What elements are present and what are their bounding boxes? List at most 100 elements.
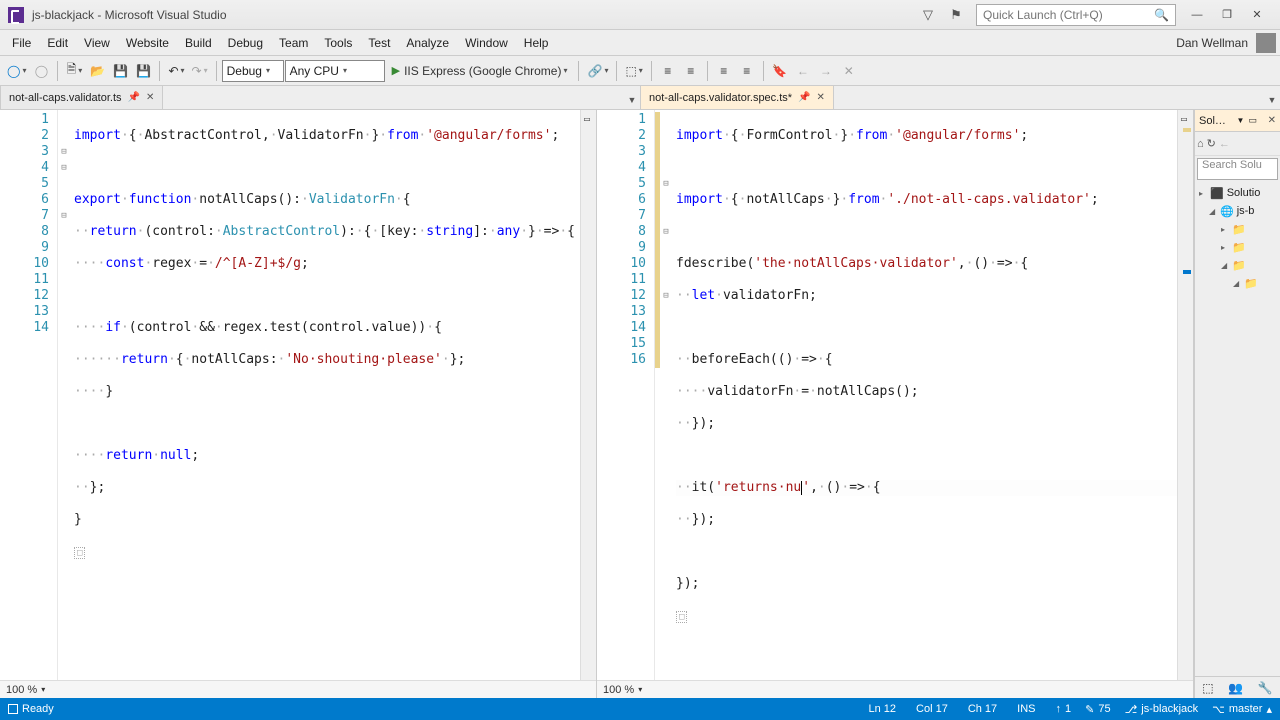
code-editor-right[interactable]: 12345678910111213141516 ⊟⊟⊟ import·{·For… xyxy=(597,110,1193,680)
maximize-button[interactable]: ❐ xyxy=(1212,3,1242,27)
undo-button[interactable]: ↶ xyxy=(165,60,187,82)
panel-toolbar: ⌂ ↻ ← xyxy=(1195,132,1280,156)
status-ins: INS xyxy=(1017,703,1035,715)
run-button[interactable]: ▶IIS Express (Google Chrome) xyxy=(386,60,574,82)
save-button[interactable]: 💾 xyxy=(109,60,131,82)
close-icon[interactable]: ✕ xyxy=(146,92,154,103)
line-gutter: 1234567891011121314 xyxy=(0,110,58,680)
pin-icon[interactable]: 📌 xyxy=(798,92,810,103)
split-icon[interactable]: ▭ xyxy=(580,112,594,126)
main-area: 1234567891011121314 ⊟⊟⊟ import·{·Abstrac… xyxy=(0,110,1280,698)
fold-column[interactable]: ⊟⊟⊟ xyxy=(660,110,672,680)
tab-label: not-all-caps.validator.ts xyxy=(9,92,122,104)
user-avatar-icon[interactable] xyxy=(1256,33,1276,53)
panel-footer: ⬚ 👥 🔧 xyxy=(1195,676,1280,698)
tab-strip: not-all-caps.validator.ts 📌 ✕ ▼ not-all-… xyxy=(0,86,1280,110)
title-bar: js-blackjack - Microsoft Visual Studio ▽… xyxy=(0,0,1280,30)
scrollbar-right[interactable]: ▭ xyxy=(580,110,596,680)
panel-header[interactable]: Sol… ▼ ▭ ✕ xyxy=(1195,110,1280,132)
tab-overflow-icon[interactable]: ▼ xyxy=(1264,95,1280,109)
status-char: Ch 17 xyxy=(968,703,997,715)
notifications-icon[interactable]: ⚑ xyxy=(944,3,968,27)
menu-file[interactable]: File xyxy=(4,33,39,53)
zoom-control[interactable]: 100 %▾ xyxy=(597,680,1193,698)
team-tab-icon[interactable]: 👥 xyxy=(1228,681,1243,695)
status-pending-up[interactable]: ↑ 1 xyxy=(1056,703,1072,715)
menu-view[interactable]: View xyxy=(76,33,118,53)
menu-help[interactable]: Help xyxy=(516,33,557,53)
minimize-button[interactable]: — xyxy=(1182,3,1212,27)
outdent-button[interactable]: ≡ xyxy=(657,60,679,82)
bookmark-button[interactable]: 🔖 xyxy=(769,60,791,82)
toolbar: ◯ ◯ 🗎 📂 💾 💾 ↶ ↷ Debug Any CPU ▶IIS Expre… xyxy=(0,56,1280,86)
nav-back-button[interactable]: ◯ xyxy=(4,60,29,82)
editor-pane-right: 12345678910111213141516 ⊟⊟⊟ import·{·For… xyxy=(597,110,1194,698)
clear-bookmarks-button: ✕ xyxy=(838,60,860,82)
platform-dropdown[interactable]: Any CPU xyxy=(285,60,385,82)
editor-pane-left: 1234567891011121314 ⊟⊟⊟ import·{·Abstrac… xyxy=(0,110,597,698)
nav-forward-button: ◯ xyxy=(30,60,52,82)
menu-debug[interactable]: Debug xyxy=(220,33,271,53)
menu-bar: File Edit View Website Build Debug Team … xyxy=(0,30,1280,56)
chevron-down-icon[interactable]: ▼ xyxy=(1237,116,1245,125)
close-button[interactable]: ✕ xyxy=(1242,3,1272,27)
config-dropdown[interactable]: Debug xyxy=(222,60,284,82)
status-repo[interactable]: ⎇ js-blackjack xyxy=(1125,703,1199,716)
home-icon[interactable]: ⌂ xyxy=(1197,138,1204,150)
close-icon[interactable]: ✕ xyxy=(817,92,825,103)
next-bookmark-button: → xyxy=(815,60,837,82)
indent-button[interactable]: ≡ xyxy=(680,60,702,82)
new-item-button[interactable]: 🗎 xyxy=(63,60,85,82)
prev-bookmark-button: ← xyxy=(792,60,814,82)
split-icon[interactable]: ▭ xyxy=(1177,112,1191,126)
menu-analyze[interactable]: Analyze xyxy=(398,33,457,53)
code-content[interactable]: import·{·AbstractControl,·ValidatorFn·}·… xyxy=(70,110,580,680)
explorer-tab-icon[interactable]: ⬚ xyxy=(1202,681,1213,695)
redo-button: ↷ xyxy=(189,60,211,82)
tab-overflow-icon[interactable]: ▼ xyxy=(624,95,640,109)
status-ready: Ready xyxy=(8,703,54,715)
publish-button[interactable]: ⬚ xyxy=(622,60,645,82)
zoom-control[interactable]: 100 %▾ xyxy=(0,680,596,698)
search-icon: 🔍 xyxy=(1154,8,1169,22)
browser-link-button[interactable]: 🔗 xyxy=(584,60,611,82)
pin-icon[interactable]: 📌 xyxy=(128,92,140,103)
status-branch[interactable]: ⌥ master ▴ xyxy=(1212,703,1272,716)
panel-title: Sol… xyxy=(1199,115,1226,127)
uncomment-button[interactable]: ≡ xyxy=(736,60,758,82)
open-button[interactable]: 📂 xyxy=(86,60,108,82)
refresh-icon[interactable]: ↻ xyxy=(1207,137,1216,150)
quick-launch[interactable]: 🔍 xyxy=(976,4,1176,26)
code-editor-left[interactable]: 1234567891011121314 ⊟⊟⊟ import·{·Abstrac… xyxy=(0,110,596,680)
tab-label: not-all-caps.validator.spec.ts* xyxy=(649,92,792,104)
filter-icon[interactable]: ▽ xyxy=(916,3,940,27)
solution-tree[interactable]: ▸⬛Solutio ◢🌐js-b ▸📁 ▸📁 ◢📁 ◢📁 xyxy=(1195,182,1280,676)
menu-test[interactable]: Test xyxy=(360,33,398,53)
vs-logo-icon xyxy=(8,7,24,23)
quick-launch-input[interactable] xyxy=(983,8,1154,22)
menu-window[interactable]: Window xyxy=(457,33,516,53)
menu-tools[interactable]: Tools xyxy=(316,33,360,53)
solution-search[interactable]: Search Solu xyxy=(1197,158,1278,180)
status-col: Col 17 xyxy=(916,703,948,715)
tab-validator-spec[interactable]: not-all-caps.validator.spec.ts* 📌 ✕ xyxy=(640,85,834,109)
pin-icon[interactable]: ▭ xyxy=(1248,115,1257,126)
status-bar: Ready Ln 12 Col 17 Ch 17 INS ↑ 1 ✎ 75 ⎇ … xyxy=(0,698,1280,720)
line-gutter: 12345678910111213141516 xyxy=(597,110,655,680)
back-icon[interactable]: ← xyxy=(1219,138,1230,150)
menu-team[interactable]: Team xyxy=(271,33,316,53)
scrollbar-right[interactable]: ▭ xyxy=(1177,110,1193,680)
tab-validator[interactable]: not-all-caps.validator.ts 📌 ✕ xyxy=(0,85,163,109)
fold-column[interactable]: ⊟⊟⊟ xyxy=(58,110,70,680)
menu-website[interactable]: Website xyxy=(118,33,177,53)
status-pending-changes[interactable]: ✎ 75 xyxy=(1085,703,1110,716)
window-title: js-blackjack - Microsoft Visual Studio xyxy=(32,8,227,22)
close-icon[interactable]: ✕ xyxy=(1268,115,1276,126)
properties-tab-icon[interactable]: 🔧 xyxy=(1258,681,1273,695)
save-all-button[interactable]: 💾 xyxy=(132,60,154,82)
menu-build[interactable]: Build xyxy=(177,33,220,53)
comment-button[interactable]: ≡ xyxy=(713,60,735,82)
user-name[interactable]: Dan Wellman xyxy=(1176,36,1252,50)
menu-edit[interactable]: Edit xyxy=(39,33,76,53)
code-content[interactable]: import·{·FormControl·}·from·'@angular/fo… xyxy=(672,110,1177,680)
